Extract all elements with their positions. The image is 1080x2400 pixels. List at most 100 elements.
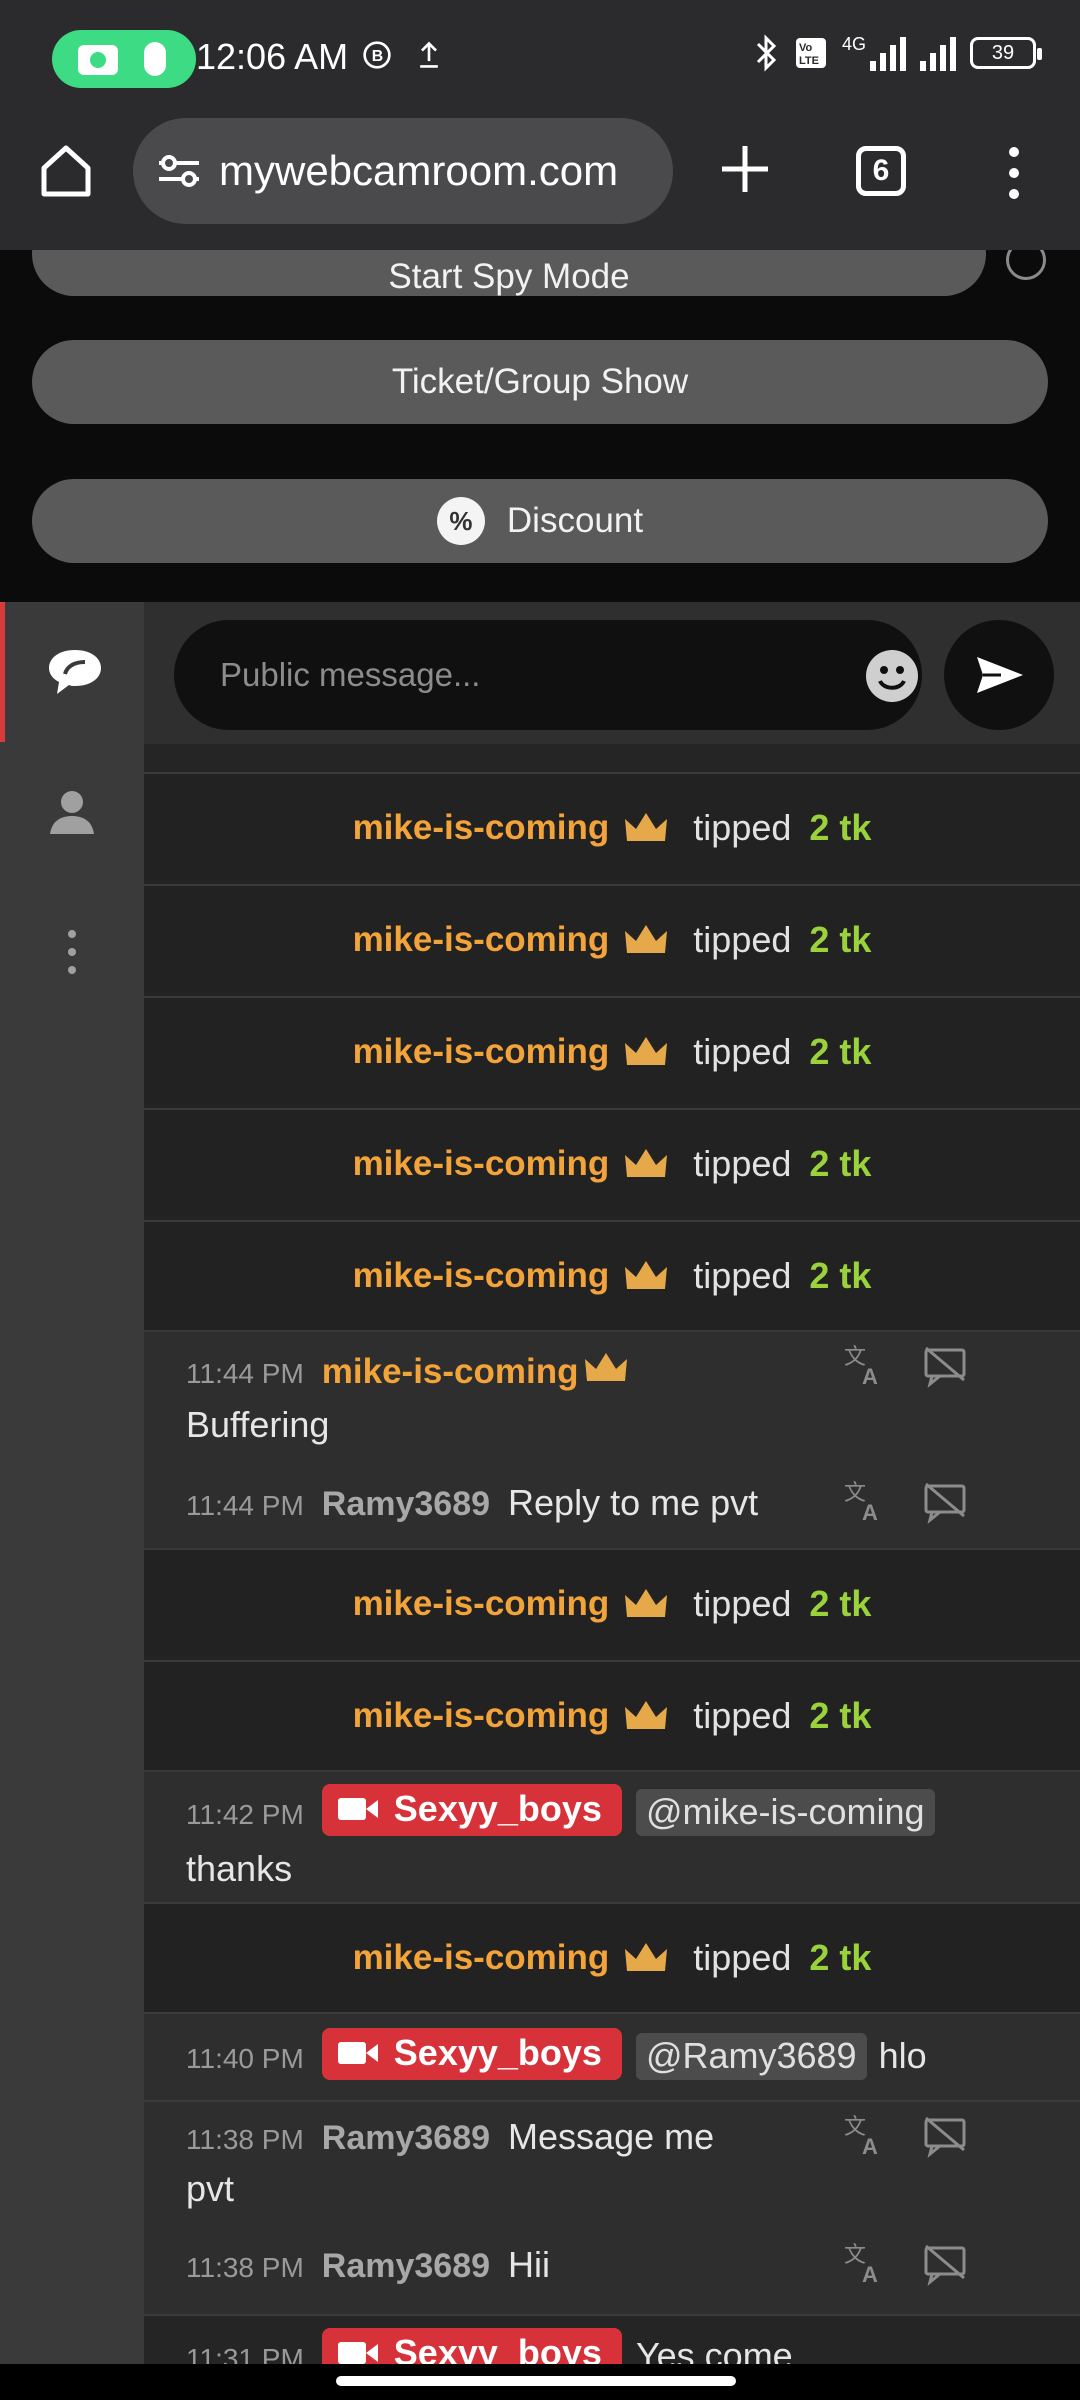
translate-icon[interactable]: 文 A (842, 1342, 888, 1388)
chat-message: 11:42 PM Sexyy_boys @mike-is-coming (186, 1784, 935, 1836)
send-icon (977, 657, 1023, 693)
tip-username[interactable]: mike-is-coming (353, 920, 610, 960)
b-circle-icon: B (363, 41, 391, 69)
send-button[interactable] (944, 620, 1054, 730)
chat-bubble-icon (48, 650, 101, 694)
system-nav-bar (0, 2364, 1080, 2400)
show-options: Start Spy Mode Ticket/Group Show % Disco… (0, 250, 1080, 602)
tip-username[interactable]: mike-is-coming (353, 1696, 610, 1736)
message-group: 11:38 PM Ramy3689 Message me pvt 文 A 11:38… (144, 2100, 1080, 2314)
message-username[interactable]: mike-is-coming (322, 1352, 579, 1391)
mic-icon (144, 42, 166, 76)
tip-verb: tipped (693, 1695, 792, 1736)
crown-icon (584, 1353, 627, 1381)
tab-users[interactable] (0, 742, 144, 882)
tip-username[interactable]: mike-is-coming (353, 1938, 610, 1978)
chat-message: 11:38 PM Ramy3689 Message me (186, 2116, 714, 2158)
message-composer (144, 602, 1080, 744)
message-text: Reply to me pvt (508, 1482, 759, 1523)
tip-row: mike-is-coming tipped 2 tk (144, 772, 1080, 882)
public-message-input[interactable] (220, 620, 780, 730)
tip-username[interactable]: mike-is-coming (353, 1032, 610, 1072)
upload-icon (420, 41, 438, 68)
video-camera-icon (337, 2042, 378, 2064)
tip-username[interactable]: mike-is-coming (353, 1144, 610, 1184)
tip-row: mike-is-coming tipped 2 tk (144, 1548, 1080, 1658)
tip-row: mike-is-coming tipped 2 tk (144, 1108, 1080, 1218)
tip-username[interactable]: mike-is-coming (353, 808, 610, 848)
mention[interactable]: @mike-is-coming (635, 1789, 935, 1836)
mute-user-icon[interactable] (922, 2240, 968, 2286)
crown-icon (625, 1701, 668, 1729)
emoji-icon[interactable] (864, 648, 920, 704)
message-time: 11:44 PM (186, 1490, 304, 1521)
chat-message: 11:44 PM mike-is-coming (186, 1350, 643, 1392)
message-text-cont: pvt (186, 2168, 235, 2209)
mention[interactable]: @Ramy3689 (635, 2033, 867, 2080)
discount-icon: % (436, 497, 485, 545)
message-text: thanks (186, 1848, 293, 1889)
tip-row: mike-is-coming tipped 2 tk (144, 1902, 1080, 2012)
crown-icon (625, 813, 668, 841)
spy-mode-button[interactable]: Start Spy Mode (32, 250, 986, 296)
model-username-badge[interactable]: Sexyy_boys (321, 1784, 622, 1836)
message-username[interactable]: Ramy3689 (322, 2119, 490, 2157)
translate-icon[interactable]: 文 A (842, 2112, 888, 2158)
message-time: 11:38 PM (186, 2124, 304, 2155)
translate-icon[interactable]: 文 A (842, 2240, 888, 2286)
status-right: Vo LTE 4G 39 (754, 34, 1042, 72)
message-input-wrapper[interactable] (174, 620, 922, 730)
crown-icon (625, 1589, 668, 1617)
network-type: 4G (841, 34, 866, 54)
chat-message: 11:44 PM Ramy3689 Reply to me pvt (186, 1482, 758, 1524)
tip-username[interactable]: mike-is-coming (353, 1584, 610, 1624)
ticket-group-show-button[interactable]: Ticket/Group Show (32, 340, 1048, 424)
mute-user-icon[interactable] (922, 1342, 968, 1388)
message-text: Yes come (635, 2335, 793, 2364)
address-bar[interactable]: mywebcamroom.com (133, 118, 673, 224)
battery-icon: 39 (970, 37, 1042, 69)
message-group: 11:44 PM mike-is-coming Buffering 文 A 11:… (144, 1330, 1080, 1548)
more-vertical-icon (68, 930, 76, 974)
model-message: 11:31 PM Sexyy_boys Yes come (144, 2314, 1080, 2364)
model-username-badge[interactable]: Sexyy_boys (321, 2028, 622, 2080)
tip-row: mike-is-coming tipped 2 tk (144, 1660, 1080, 1770)
browser-toolbar: mywebcamroom.com 6 (0, 118, 1080, 250)
home-indicator[interactable] (336, 2376, 736, 2386)
message-username[interactable]: Ramy3689 (322, 2247, 490, 2285)
message-text: Hii (508, 2244, 551, 2285)
tip-amount: 2 tk (809, 1695, 872, 1736)
chat-panel: mike-is-coming tipped 2 tk mike-is-comin… (144, 602, 1080, 2364)
tip-row: mike-is-coming tipped 2 tk (144, 996, 1080, 1106)
model-username-badge[interactable]: Sexyy_boys (321, 2328, 622, 2364)
new-tab-icon[interactable] (716, 140, 774, 198)
tip-verb: tipped (693, 919, 792, 960)
tip-amount: 2 tk (809, 1255, 872, 1296)
home-icon[interactable] (36, 140, 96, 200)
svg-text:A: A (862, 1364, 878, 1388)
discount-button[interactable]: % Discount (32, 479, 1048, 563)
volte-icon: Vo LTE (795, 38, 826, 68)
chat-message: 11:31 PM Sexyy_boys Yes come (186, 2328, 793, 2364)
translate-icon[interactable]: 文 A (842, 1478, 888, 1524)
more-menu-icon[interactable] (1004, 144, 1024, 202)
message-time: 11:38 PM (186, 2252, 304, 2283)
tab-public-chat[interactable] (0, 602, 144, 742)
status-bar: 12:06 AM B Vo LTE 4G 39 (0, 0, 1080, 118)
mute-user-icon[interactable] (922, 1478, 968, 1524)
message-username[interactable]: Ramy3689 (322, 1485, 490, 1523)
model-username: Sexyy_boys (393, 1788, 602, 1829)
model-username: Sexyy_boys (393, 2332, 602, 2364)
site-settings-icon[interactable] (157, 153, 201, 189)
spy-mode-label: Start Spy Mode (388, 257, 630, 296)
help-icon[interactable] (1006, 250, 1046, 280)
tip-amount: 2 tk (809, 1583, 872, 1624)
tab-switcher-button[interactable]: 6 (856, 146, 906, 196)
bluetooth-icon (756, 34, 777, 72)
mute-user-icon[interactable] (922, 2112, 968, 2158)
tip-username[interactable]: mike-is-coming (353, 1256, 610, 1296)
tab-more[interactable] (0, 882, 144, 1022)
status-time: 12:06 AM (196, 36, 349, 77)
tip-verb: tipped (693, 807, 792, 848)
tip-amount: 2 tk (809, 1031, 872, 1072)
